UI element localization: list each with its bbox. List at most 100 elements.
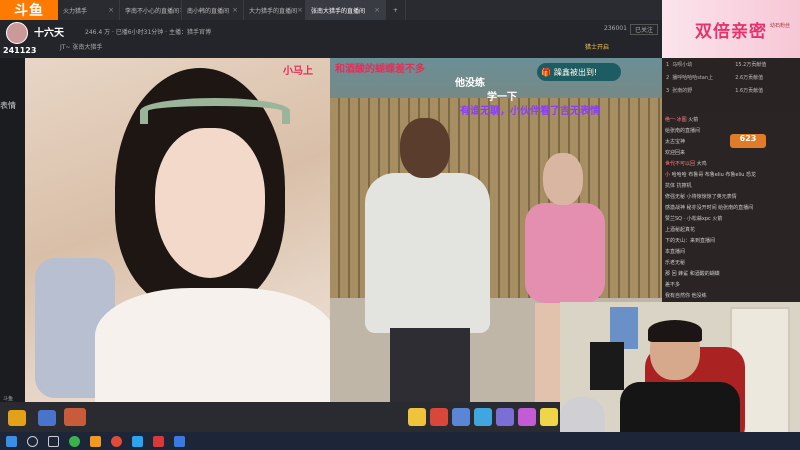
chat-text: 太古宝神 (665, 139, 686, 145)
chat-text: 那 回 蜂鲨 和酒酸的蝴蝶 (665, 271, 720, 277)
promo-banner[interactable]: 双倍亲密 (662, 0, 800, 58)
room-stats: 246.4 万 · 已播6小时31分钟 · 主播：猎手官博 (85, 29, 211, 36)
gift-icon[interactable] (496, 408, 514, 426)
fans-link[interactable]: 幼石粉丝 (770, 22, 790, 29)
gift-icon[interactable] (518, 408, 536, 426)
name-tag: 小马上 (283, 66, 313, 77)
tab-3[interactable]: 大力猎手的直播间 × (244, 0, 306, 20)
tab-4[interactable]: 张南大猎手的直播间 × (306, 0, 386, 20)
rank-name: 马呗小幼 (672, 62, 693, 68)
chat-text: 给张南的直播间 (665, 128, 701, 134)
gift-icon[interactable] (452, 408, 470, 426)
gift-icon[interactable] (38, 410, 56, 426)
chat-message: 感激战神 秘亦没开时间 给张南的直播间 (662, 203, 800, 214)
close-icon[interactable]: × (232, 6, 238, 14)
webcam-overlay[interactable] (560, 302, 800, 450)
tab-2[interactable]: 南小韩的直播间 × (182, 0, 244, 20)
subtitle-1: 和酒酸的蝴蝶差不多 (335, 64, 425, 75)
trophy-icon[interactable] (8, 410, 26, 426)
douyu-icon[interactable] (174, 435, 185, 447)
gift-bar (408, 408, 558, 426)
chat-user[interactable]: 绝一·冰图 (665, 117, 687, 123)
chat-message: 小 哈哈哈 布鲁哥 布鲁eliu 布鲁eliu 恐龙 (662, 170, 800, 181)
chat-user[interactable]: 世代不可以回 (665, 161, 695, 167)
rank-pos: 1 (666, 61, 670, 68)
taskview-icon[interactable] (48, 435, 59, 447)
folder-icon[interactable] (90, 435, 101, 447)
tab-0[interactable]: 火力猎手 × (58, 0, 120, 20)
chat-text: 欢迎回来 (665, 150, 686, 156)
rank-list: 1 马呗小幼 15.2万贡献值 2 播呼哈哈哈stan上 2.6万贡献值 3 张南的野 1.… (662, 58, 800, 113)
chat-text: 哈哈哈 布鲁哥 布鲁eliu 布鲁eliu 恐龙 (671, 172, 757, 178)
gift-icon[interactable] (540, 408, 558, 426)
list-item[interactable]: 2 播呼哈哈哈stan上 2.6万贡献值 (662, 71, 800, 84)
room-info-bar (0, 20, 662, 58)
chat-message: 那 回 蜂鲨 和酒酸的蝴蝶 (662, 269, 800, 280)
windows-icon[interactable] (6, 435, 17, 447)
chat-text: 上酒秘起真花 (665, 227, 696, 233)
avatar[interactable] (6, 22, 28, 44)
viewer-count: 236001 (604, 25, 627, 32)
streamer-cam: 小马上 (25, 58, 335, 402)
rocket-icon[interactable] (430, 408, 448, 426)
rank-pos: 2 (666, 74, 670, 81)
headband (140, 98, 290, 124)
chat-text: 大鸡 (696, 161, 707, 167)
chat-text: 我有自然你 他没练 (665, 293, 707, 299)
gift-icon[interactable] (474, 408, 492, 426)
close-icon[interactable]: × (374, 6, 380, 14)
chat-text: 本直播间 (665, 249, 686, 255)
list-item[interactable]: 1 马呗小幼 15.2万贡献值 (662, 58, 800, 71)
rank-name: 播呼哈哈哈stan上 (672, 75, 713, 81)
jersey (590, 342, 624, 390)
chat-text: 抗体 抗擦机 (665, 183, 692, 189)
emoji-label[interactable]: 表情 (0, 100, 16, 111)
chat-text: 火箭 (688, 117, 699, 123)
douyu-logo[interactable]: 斗鱼 (0, 0, 58, 20)
chat-message: 乐老无秘 (662, 258, 800, 269)
rank-name: 张南的野 (672, 88, 693, 94)
rank-value: 1.6万贡献值 (735, 88, 764, 94)
room-tag: JT~ 张南大猎手 (60, 44, 103, 51)
chat-message: 太古宝神 (662, 137, 800, 148)
list-item[interactable]: 3 张南的野 1.6万贡献值 (662, 84, 800, 97)
woman-torso (525, 203, 605, 303)
chat-list[interactable]: 绝一·冰图 火箭 给张南的直播间 太古宝神 欢迎回来 世代不可以回 大鸡 小 哈… (662, 115, 800, 305)
subtitle-3: 学一下 (487, 92, 517, 103)
chat-text: 下的天山：来到直播间 (665, 238, 716, 244)
search-icon[interactable] (27, 435, 38, 447)
media-icon[interactable] (153, 435, 164, 447)
rank-pos: 3 (666, 87, 670, 94)
wechat-icon[interactable] (69, 435, 80, 447)
man-head (400, 118, 450, 178)
chat-text: 修强无秘 小将惊惊惊了英元表情 (665, 194, 737, 200)
close-icon[interactable]: × (297, 6, 303, 14)
tab-1[interactable]: 李南不小心的直播间× (120, 0, 182, 20)
hair (648, 320, 702, 342)
chrome-icon[interactable] (111, 435, 122, 447)
qq-icon[interactable] (132, 435, 143, 447)
chat-message: 赞兰SQ · 小松蒜xpc 火箭 (662, 214, 800, 225)
gift-icon[interactable] (408, 408, 426, 426)
chat-message: 绝一·冰图 火箭 (662, 115, 800, 126)
box-icon: 🎁 (541, 67, 551, 77)
chat-text: 赞兰SQ · 小松蒜xpc 火箭 (665, 216, 723, 222)
tab-label: 南小韩的直播间 (187, 7, 230, 15)
chat-user[interactable]: 小 (665, 172, 670, 178)
fish-icon[interactable] (64, 408, 86, 426)
chat-text: 乐老无秘 (665, 260, 686, 266)
chat-message: 差不多 (662, 280, 800, 291)
tab-label: 火力猎手 (63, 7, 88, 15)
follow-button[interactable]: 已关注 (630, 24, 658, 35)
prize-badge[interactable]: 🎁 躁鑫被出到! (537, 63, 621, 81)
new-tab-button[interactable]: + (386, 0, 406, 20)
badge-label: 猎士开启 (585, 44, 610, 51)
man-torso (365, 173, 490, 333)
subtitle-2: 他没练 (455, 78, 485, 89)
chat-message: 抗体 抗擦机 (662, 181, 800, 192)
close-icon[interactable]: × (108, 6, 114, 14)
room-id: 241123 (3, 46, 37, 55)
chat-message: 欢迎回来 (662, 148, 800, 159)
tab-label: 大力猎手的直播间 (249, 7, 298, 15)
chat-message: 给张南的直播间 (662, 126, 800, 137)
